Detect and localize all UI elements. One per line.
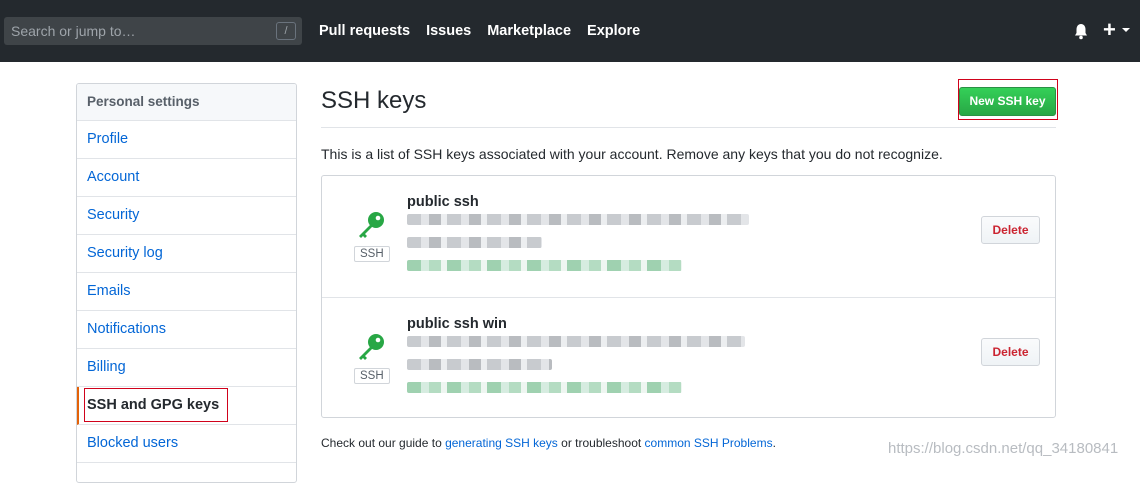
search-shortcut-badge: / [276, 22, 296, 40]
ssh-type-label: SSH [354, 368, 390, 384]
redacted-added-date [407, 237, 542, 248]
common-ssh-problems-link[interactable]: common SSH Problems [645, 436, 773, 450]
sidebar-item-notifications[interactable]: Notifications [77, 311, 296, 349]
top-navbar: Search or jump to… / Pull requests Issue… [0, 0, 1140, 62]
annotation-highlight-button [958, 79, 1058, 120]
footer-middle: or troubleshoot [557, 436, 645, 450]
footer-prefix: Check out our guide to [321, 436, 446, 450]
redacted-last-used [407, 382, 682, 393]
sidebar-item-account[interactable]: Account [77, 159, 296, 197]
title-divider [321, 127, 1056, 128]
nav-marketplace[interactable]: Marketplace [487, 21, 571, 41]
ssh-key-title: public ssh [407, 194, 479, 210]
sidebar-heading: Personal settings [77, 84, 296, 121]
search-input[interactable]: Search or jump to… / [4, 17, 302, 45]
ssh-type-label: SSH [354, 246, 390, 262]
ssh-key-title: public ssh win [407, 316, 507, 332]
redacted-fingerprint [407, 336, 745, 347]
redacted-fingerprint [407, 214, 749, 225]
sidebar-item-security[interactable]: Security [77, 197, 296, 235]
sidebar-item-profile[interactable]: Profile [77, 121, 296, 159]
sidebar-item-emails[interactable]: Emails [77, 273, 296, 311]
sidebar-item-billing[interactable]: Billing [77, 349, 296, 387]
nav-explore[interactable]: Explore [587, 21, 640, 41]
generating-ssh-keys-link[interactable]: generating SSH keys [445, 436, 558, 450]
redacted-last-used [407, 260, 682, 271]
delete-key-button[interactable]: Delete [981, 338, 1040, 366]
ssh-key-item: SSH public ssh win Delete [322, 297, 1055, 418]
settings-sidebar: Personal settings Profile Account Securi… [76, 83, 297, 483]
ssh-key-item: SSH public ssh Delete [322, 176, 1055, 297]
annotation-highlight-sidebar [84, 388, 228, 422]
key-icon [359, 334, 384, 360]
bell-icon[interactable] [1073, 23, 1089, 40]
nav-pull-requests[interactable]: Pull requests [319, 21, 410, 41]
nav-issues[interactable]: Issues [426, 21, 471, 41]
chevron-down-icon[interactable] [1122, 28, 1130, 32]
search-placeholder: Search or jump to… [11, 23, 136, 39]
redacted-added-date [407, 359, 552, 370]
watermark: https://blog.csdn.net/qq_34180841 [888, 440, 1119, 457]
page-title: SSH keys [321, 87, 427, 114]
sidebar-item-blocked-users[interactable]: Blocked users [77, 425, 296, 463]
help-footer: Check out our guide to generating SSH ke… [321, 436, 776, 450]
ssh-key-list: SSH public ssh Delete SSH public ssh win… [321, 175, 1056, 418]
sidebar-item-security-log[interactable]: Security log [77, 235, 296, 273]
key-icon [359, 212, 384, 238]
main-nav: Pull requests Issues Marketplace Explore [319, 21, 656, 41]
footer-suffix: . [772, 436, 776, 450]
delete-key-button[interactable]: Delete [981, 216, 1040, 244]
plus-icon[interactable]: + [1103, 19, 1116, 41]
ssh-keys-description: This is a list of SSH keys associated wi… [321, 146, 943, 162]
